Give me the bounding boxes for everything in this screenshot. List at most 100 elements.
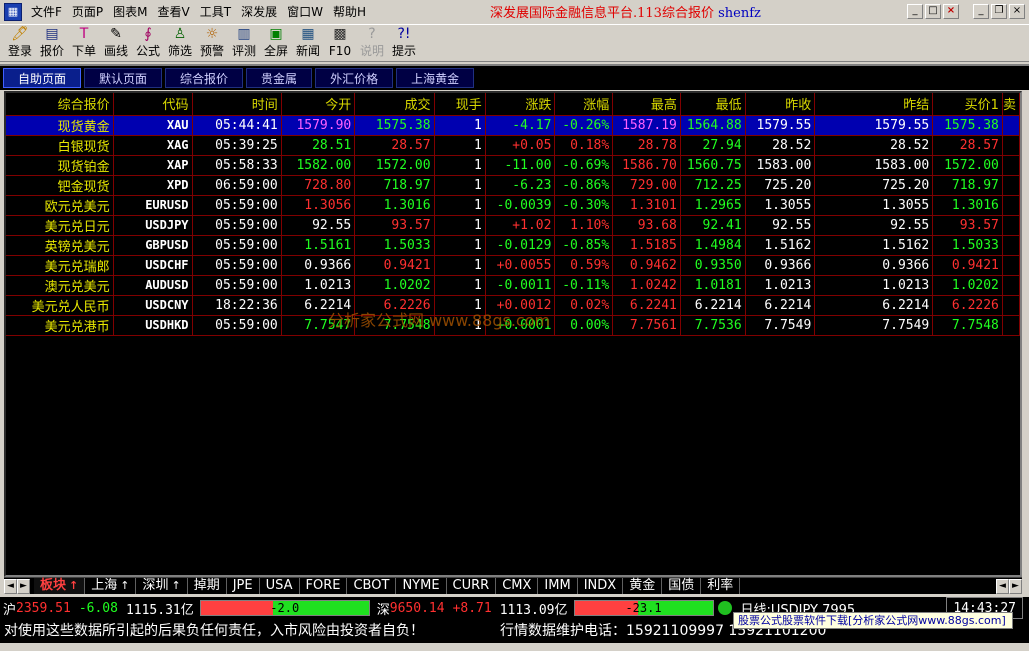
cat-scroll-right-icon[interactable]: ► (1009, 578, 1022, 594)
column-header[interactable]: 现手 (434, 93, 486, 116)
category-label: INDX (583, 578, 617, 593)
menu-item-5[interactable]: 深发展 (236, 2, 282, 22)
cell-settle: 1579.55 (814, 115, 934, 136)
cell-prev: 6.2214 (745, 295, 816, 316)
cell-last: 28.57 (354, 135, 435, 156)
child-close-icon[interactable]: × (1009, 4, 1025, 19)
cell-prev: 0.9366 (745, 255, 816, 276)
menu-item-0[interactable]: 文件F (26, 2, 67, 22)
category-tab[interactable]: NYME (396, 578, 447, 594)
category-tab[interactable]: 上海 ↑ (85, 578, 137, 594)
category-tab[interactable]: USA (260, 578, 300, 594)
column-header[interactable]: 时间 (192, 93, 282, 116)
ad-banner[interactable]: 股票公式股票软件下载[分析家公式网www.88gs.com] (733, 612, 1013, 629)
category-tab[interactable]: 国债 (662, 578, 702, 594)
category-tab[interactable]: JPE (227, 578, 260, 594)
menu-item-2[interactable]: 图表M (108, 2, 152, 22)
toolbar-button-1[interactable]: ▤ 报价 (36, 25, 68, 61)
tab-4[interactable]: 外汇价格 (315, 68, 394, 88)
toolbar-button-6[interactable]: ☼ 预警 (196, 25, 228, 61)
column-header[interactable]: 成交 (354, 93, 435, 116)
cell-pct: -0.30% (554, 195, 614, 216)
scroll-right-icon[interactable]: ► (17, 578, 30, 594)
category-tab[interactable]: CMX (496, 578, 539, 594)
menu-item-4[interactable]: 工具T (195, 2, 236, 22)
cell-pct: 0.00% (554, 315, 614, 336)
column-header[interactable]: 综合报价 (6, 93, 114, 116)
column-header[interactable]: 卖 (1002, 93, 1020, 116)
child-minimize-icon[interactable]: _ (973, 4, 989, 19)
column-header[interactable]: 最低 (680, 93, 746, 116)
instrument-code: XPD (113, 175, 193, 196)
quote-time: 05:59:00 (192, 315, 282, 336)
cell-prev: 1.0213 (745, 275, 816, 296)
menu-item-1[interactable]: 页面P (67, 2, 108, 22)
table-row[interactable]: 现货黄金 XAU 05:44:41 1579.90 1575.38 1 -4.17 -0.26… (6, 115, 1020, 136)
column-header[interactable]: 今开 (281, 93, 356, 116)
category-tab[interactable]: INDX (578, 578, 624, 594)
maximize-icon[interactable]: □ (925, 4, 941, 19)
table-row[interactable]: 钯金现货 XPD 06:59:00 728.80 718.97 1 -6.23 -0.86% 7… (6, 175, 1020, 196)
toolbar-button-10[interactable]: ▩ F10 (324, 25, 356, 61)
column-header[interactable]: 涨幅 (554, 93, 614, 116)
cell-last: 1572.00 (354, 155, 435, 176)
column-header[interactable]: 昨收 (745, 93, 816, 116)
close-icon[interactable]: × (943, 4, 959, 19)
table-row[interactable]: 美元兑日元 USDJPY 05:59:00 92.55 93.57 1 +1.02 1.10%… (6, 215, 1020, 236)
toolbar-button-3[interactable]: ✎ 画线 (100, 25, 132, 61)
column-header[interactable]: 代码 (113, 93, 193, 116)
cell-open: 728.80 (281, 175, 356, 196)
tab-3[interactable]: 贵金属 (246, 68, 313, 88)
category-tab[interactable]: 利率 (701, 578, 741, 594)
category-tab[interactable]: 掉期 (188, 578, 227, 594)
toolbar-button-4[interactable]: ∮ 公式 (132, 25, 164, 61)
cat-scroll-left-icon[interactable]: ◄ (996, 578, 1009, 594)
cell-chg: -0.0011 (485, 275, 556, 296)
child-restore-icon[interactable]: ❐ (991, 4, 1007, 19)
tab-5[interactable]: 上海黄金 (396, 68, 475, 88)
table-row[interactable]: 英镑兑美元 GBPUSD 05:59:00 1.5161 1.5033 1 -0.0129-… (6, 235, 1020, 256)
column-header[interactable]: 买价1 (932, 93, 1003, 116)
window-title: 深发展国际金融信息平台.113综合报价 shenfz (490, 6, 761, 21)
tab-0[interactable]: 自助页面 (3, 68, 82, 88)
column-header[interactable]: 最高 (612, 93, 681, 116)
category-tab[interactable]: CBOT (347, 578, 397, 594)
scroll-left-icon[interactable]: ◄ (4, 578, 17, 594)
table-row[interactable]: 美元兑瑞郎 USDCHF 05:59:00 0.9366 0.9421 1 +0.0055 0… (6, 255, 1020, 276)
toolbar-label: 评测 (231, 44, 256, 58)
cell-bid: 718.97 (932, 175, 1003, 196)
category-tab[interactable]: CURR (447, 578, 497, 594)
toolbar-button-8[interactable]: ▣ 全屏 (260, 25, 292, 61)
table-row[interactable]: 现货铂金 XAP 05:58:33 1582.00 1572.00 1 -11.00 -0.6… (6, 155, 1020, 176)
category-tab[interactable]: 深圳 ↑ (136, 578, 188, 594)
category-tab[interactable]: FORE (300, 578, 348, 594)
column-header[interactable]: 昨结 (814, 93, 934, 116)
toolbar-button-5[interactable]: ♙ 筛选 (164, 25, 196, 61)
table-row[interactable]: 白银现货 XAG 05:39:25 28.51 28.57 1 +0.05 0.18% 28.7… (6, 135, 1020, 156)
toolbar-button-9[interactable]: ▦ 新闻 (292, 25, 324, 61)
toolbar-button-0[interactable]: 🖊 登录 (4, 25, 36, 61)
category-label: CBOT (353, 578, 390, 593)
f10-icon: ▩ (333, 26, 347, 42)
minimize-icon[interactable]: _ (907, 4, 923, 19)
chart-icon[interactable]: ▦ (4, 3, 22, 21)
table-row[interactable]: 澳元兑美元 AUDUSD 05:59:00 1.0213 1.0202 1 -0.0011-… (6, 275, 1020, 296)
toolbar-button-2[interactable]: T 下单 (68, 25, 100, 61)
cell-high: 1587.19 (612, 115, 681, 136)
order-icon: T (79, 26, 89, 42)
tab-1[interactable]: 默认页面 (84, 68, 163, 88)
tab-2[interactable]: 综合报价 (165, 68, 244, 88)
menu-item-7[interactable]: 帮助H (328, 2, 371, 22)
menu-item-6[interactable]: 窗口W (282, 2, 328, 22)
toolbar-button-12[interactable]: ?! 提示 (388, 25, 420, 61)
toolbar-label: 画线 (103, 44, 128, 58)
column-header[interactable]: 涨跌 (485, 93, 556, 116)
menu-item-3[interactable]: 查看V (153, 2, 195, 22)
category-tab[interactable]: 黄金 (623, 578, 663, 594)
toolbar-button-11[interactable]: ? 说明 (356, 25, 388, 61)
category-tab[interactable]: IMM (538, 578, 578, 594)
table-row[interactable]: 欧元兑美元 EURUSD 05:59:00 1.3056 1.3016 1 -0.0039-… (6, 195, 1020, 216)
category-tab[interactable]: 板块 ↑ (34, 578, 86, 594)
cell-vol: 1 (434, 215, 486, 236)
toolbar-button-7[interactable]: ▥ 评测 (228, 25, 260, 61)
